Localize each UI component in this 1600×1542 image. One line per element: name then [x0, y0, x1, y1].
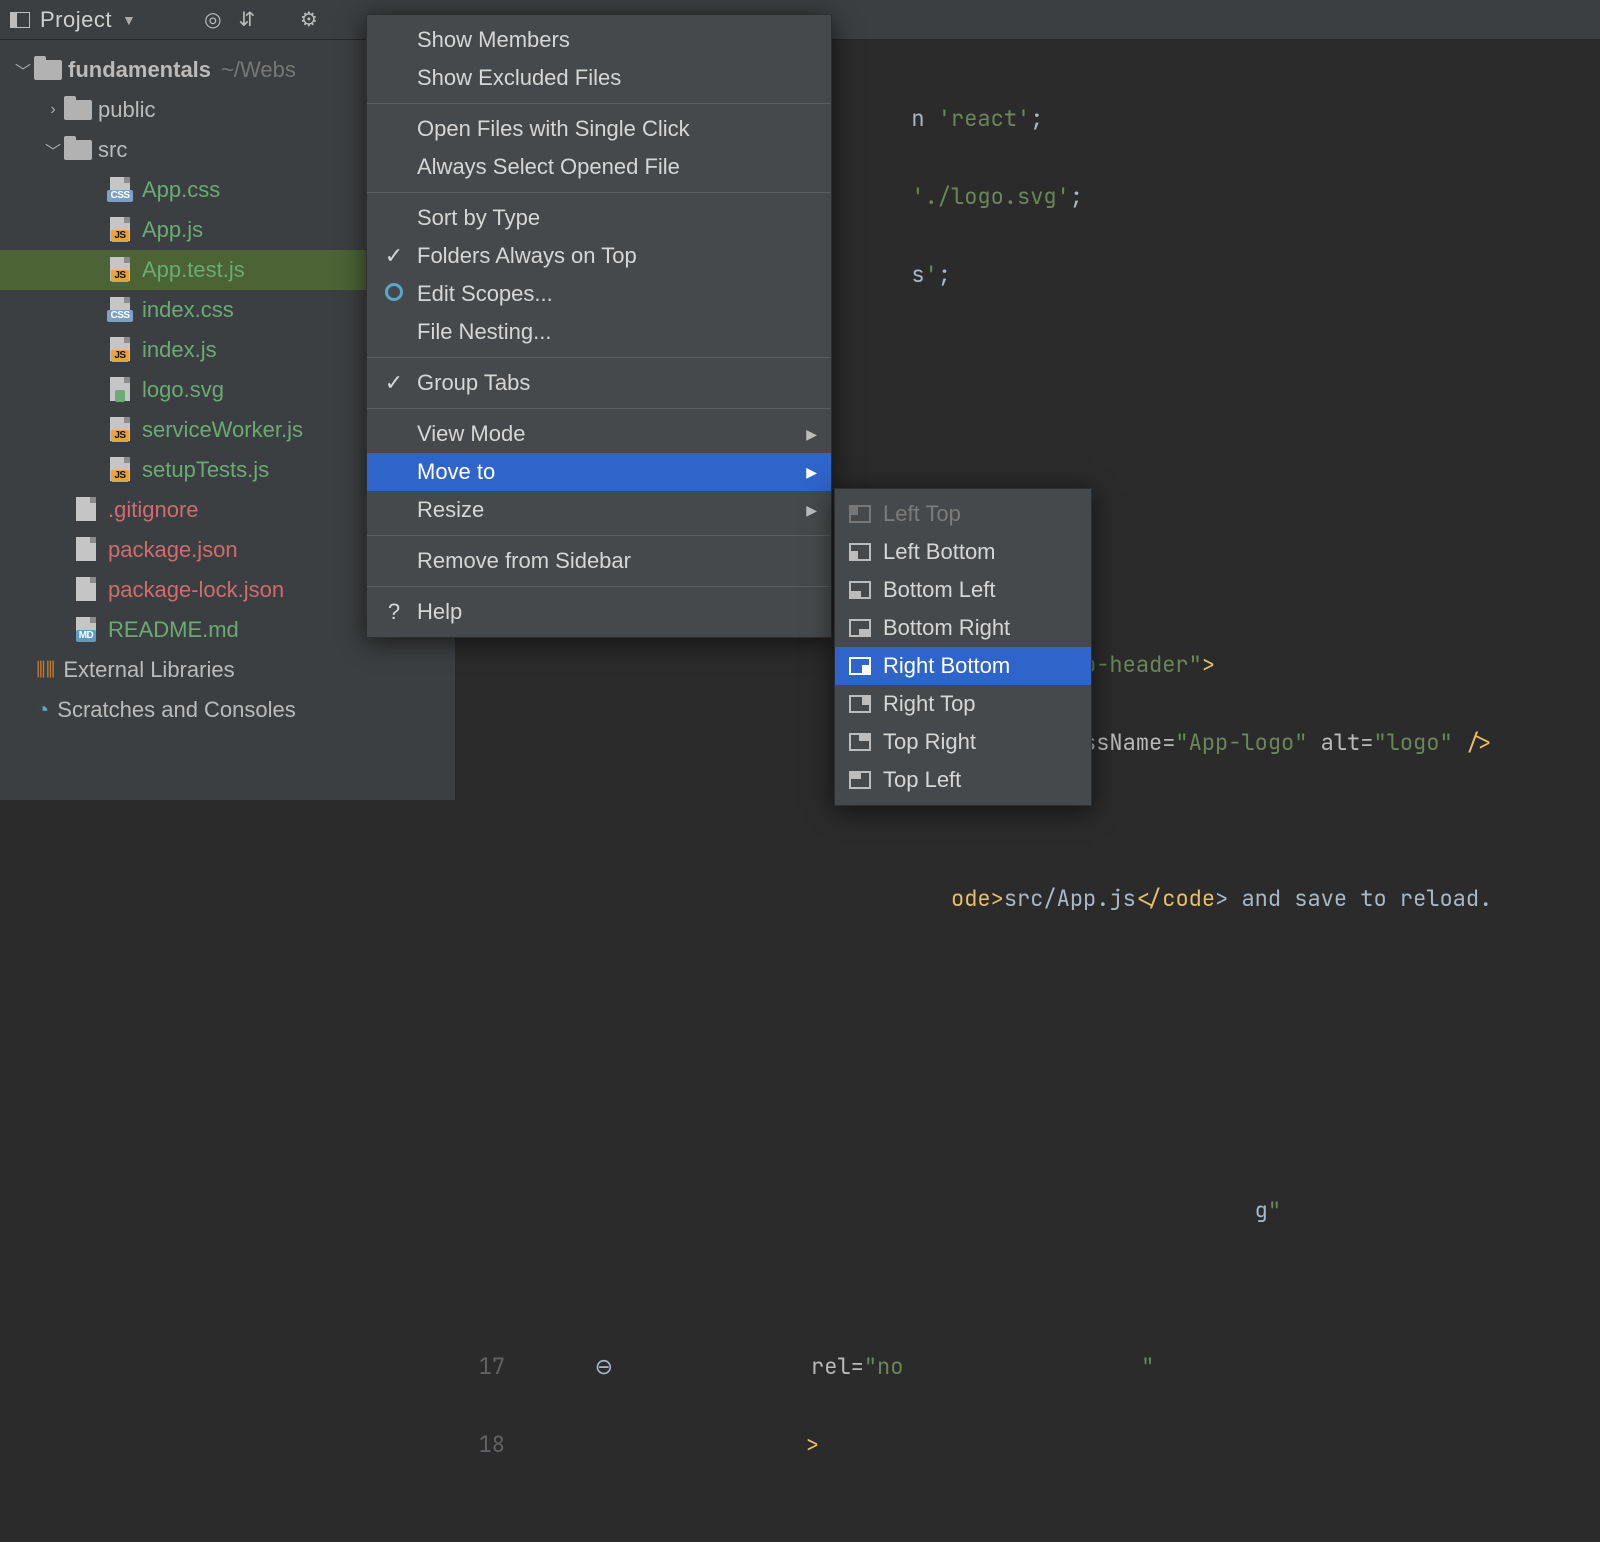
js-file-icon: JS [106, 257, 134, 283]
js-file-icon: JS [106, 417, 134, 443]
css-file-icon: CSS [106, 177, 134, 203]
position-right-top-icon [849, 695, 871, 713]
move-to-submenu: Left Top Left Bottom Bottom Left Bottom … [834, 488, 1092, 806]
submenu-left-top: Left Top [835, 495, 1091, 533]
settings-gear-icon[interactable]: ⚙ [292, 7, 326, 32]
project-toolbar-title[interactable]: Project [40, 7, 112, 33]
menu-group-tabs[interactable]: ✓Group Tabs [367, 364, 831, 402]
project-tool-icon [10, 12, 30, 28]
position-right-bottom-icon [849, 657, 871, 675]
submenu-arrow-icon: ▶ [806, 502, 817, 519]
project-settings-menu: Show Members Show Excluded Files Open Fi… [366, 14, 832, 638]
json-file-icon [72, 577, 100, 603]
json-file-icon [72, 537, 100, 563]
scratches-icon: ◔ [36, 697, 49, 723]
external-libraries[interactable]: ⦀⦀ External Libraries [0, 650, 455, 690]
menu-show-members[interactable]: Show Members [367, 21, 831, 59]
submenu-top-right[interactable]: Top Right [835, 723, 1091, 761]
folder-icon [64, 140, 92, 160]
menu-move-to[interactable]: Move to▶ [367, 453, 831, 491]
menu-sort-by-type[interactable]: Sort by Type [367, 199, 831, 237]
submenu-right-bottom[interactable]: Right Bottom [835, 647, 1091, 685]
submenu-arrow-icon: ▶ [806, 464, 817, 481]
check-icon: ✓ [383, 243, 405, 269]
scratches-and-consoles[interactable]: ◔ Scratches and Consoles [0, 690, 455, 730]
menu-remove-from-sidebar[interactable]: Remove from Sidebar [367, 542, 831, 580]
menu-separator [367, 103, 831, 104]
submenu-right-top[interactable]: Right Top [835, 685, 1091, 723]
svg-file-icon [106, 377, 134, 403]
help-icon: ? [383, 599, 405, 625]
position-left-top-icon [849, 505, 871, 523]
chevron-down-icon[interactable]: ﹀ [12, 58, 34, 82]
submenu-arrow-icon: ▶ [806, 426, 817, 443]
chevron-down-icon[interactable]: ﹀ [42, 138, 64, 162]
position-top-right-icon [849, 733, 871, 751]
menu-separator [367, 408, 831, 409]
js-file-icon: JS [106, 457, 134, 483]
gitignore-file-icon [72, 497, 100, 523]
menu-view-mode[interactable]: View Mode▶ [367, 415, 831, 453]
tree-root-name: fundamentals [68, 57, 211, 83]
menu-separator [367, 535, 831, 536]
menu-open-single-click[interactable]: Open Files with Single Click [367, 110, 831, 148]
position-left-bottom-icon [849, 543, 871, 561]
js-file-icon: JS [106, 217, 134, 243]
expand-all-icon[interactable]: ⇵ [230, 7, 264, 32]
toolbar-dropdown-icon[interactable]: ▼ [122, 12, 136, 28]
submenu-bottom-right[interactable]: Bottom Right [835, 609, 1091, 647]
chevron-right-icon[interactable]: › [42, 101, 64, 119]
libraries-icon: ⦀⦀ [36, 657, 55, 683]
position-top-left-icon [849, 771, 871, 789]
position-bottom-right-icon [849, 619, 871, 637]
radio-icon [383, 281, 405, 307]
menu-file-nesting[interactable]: File Nesting... [367, 313, 831, 351]
check-icon: ✓ [383, 370, 405, 396]
menu-edit-scopes[interactable]: Edit Scopes... [367, 275, 831, 313]
folder-icon [64, 100, 92, 120]
menu-separator [367, 192, 831, 193]
js-file-icon: JS [106, 337, 134, 363]
select-opened-file-icon[interactable]: ◎ [196, 7, 230, 32]
menu-resize[interactable]: Resize▶ [367, 491, 831, 529]
folder-icon [34, 60, 62, 80]
position-bottom-left-icon [849, 581, 871, 599]
menu-separator [367, 357, 831, 358]
menu-folders-on-top[interactable]: ✓Folders Always on Top [367, 237, 831, 275]
menu-help[interactable]: ?Help [367, 593, 831, 631]
menu-always-select-opened[interactable]: Always Select Opened File [367, 148, 831, 186]
md-file-icon: MD [72, 617, 100, 643]
tree-root-path: ~/Webs [221, 57, 296, 83]
submenu-top-left[interactable]: Top Left [835, 761, 1091, 799]
css-file-icon: CSS [106, 297, 134, 323]
submenu-bottom-left[interactable]: Bottom Left [835, 571, 1091, 609]
submenu-left-bottom[interactable]: Left Bottom [835, 533, 1091, 571]
menu-separator [367, 586, 831, 587]
menu-show-excluded[interactable]: Show Excluded Files [367, 59, 831, 97]
